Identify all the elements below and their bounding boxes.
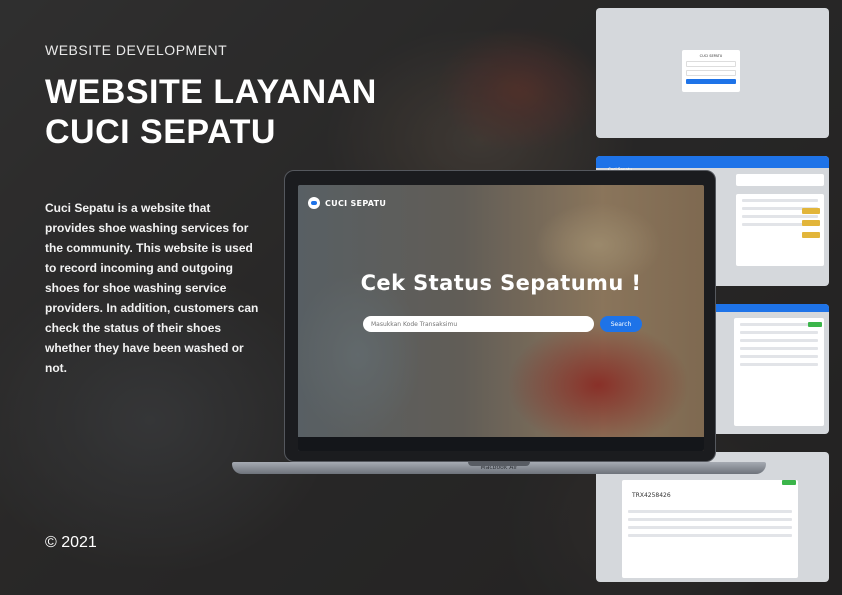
site-brand[interactable]: CUCI SEPATU [308, 197, 386, 209]
copyright: © 2021 [45, 534, 97, 551]
page-title: WEBSITE LAYANAN CUCI SEPATU [45, 72, 425, 152]
site-brand-name: CUCI SEPATU [325, 198, 387, 208]
mini-signin-button [686, 79, 736, 84]
intro-panel: WEBSITE DEVELOPMENT WEBSITE LAYANAN CUCI… [45, 42, 376, 378]
mini-status-badge [802, 232, 820, 238]
mini-username-field [686, 61, 736, 67]
mini-status-badge [802, 220, 820, 226]
search-button[interactable]: Search [600, 316, 642, 332]
transaction-code-input[interactable] [363, 316, 594, 332]
screen-bottom-strip [298, 437, 704, 451]
mini-row [628, 518, 792, 521]
mini-add-button [808, 322, 822, 327]
status-search: Search [363, 316, 642, 332]
mini-print-button [782, 480, 796, 485]
title-line-2: CUCI SEPATU [45, 113, 276, 151]
laptop-notch [468, 462, 530, 466]
category-label: WEBSITE DEVELOPMENT [45, 42, 228, 58]
mini-login-card: CUCI SEPATU [682, 50, 740, 92]
project-description: Cuci Sepatu is a website that provides s… [45, 201, 259, 375]
mini-password-field [686, 70, 736, 76]
login-screenshot: CUCI SEPATU [596, 8, 829, 138]
mini-row [628, 534, 792, 537]
mini-navbar: Cuci Sepatu [596, 156, 829, 172]
mini-transaction-code: TRX4258426 [632, 492, 671, 499]
mini-login-title: CUCI SEPATU [699, 54, 723, 58]
laptop-screen: CUCI SEPATU Cek Status Sepatumu ! Search [298, 185, 704, 451]
title-line-1: WEBSITE LAYANAN [45, 73, 377, 111]
mini-row [628, 510, 792, 513]
mini-detail-card: TRX4258426 [622, 480, 798, 578]
mini-status-badge [802, 208, 820, 214]
mini-row [628, 526, 792, 529]
laptop-lid: CUCI SEPATU Cek Status Sepatumu ! Search [284, 170, 716, 462]
laptop-mockup: CUCI SEPATU Cek Status Sepatumu ! Search… [232, 170, 766, 485]
shoe-logo-icon [308, 197, 320, 209]
hero-heading: Cek Status Sepatumu ! [360, 271, 642, 295]
